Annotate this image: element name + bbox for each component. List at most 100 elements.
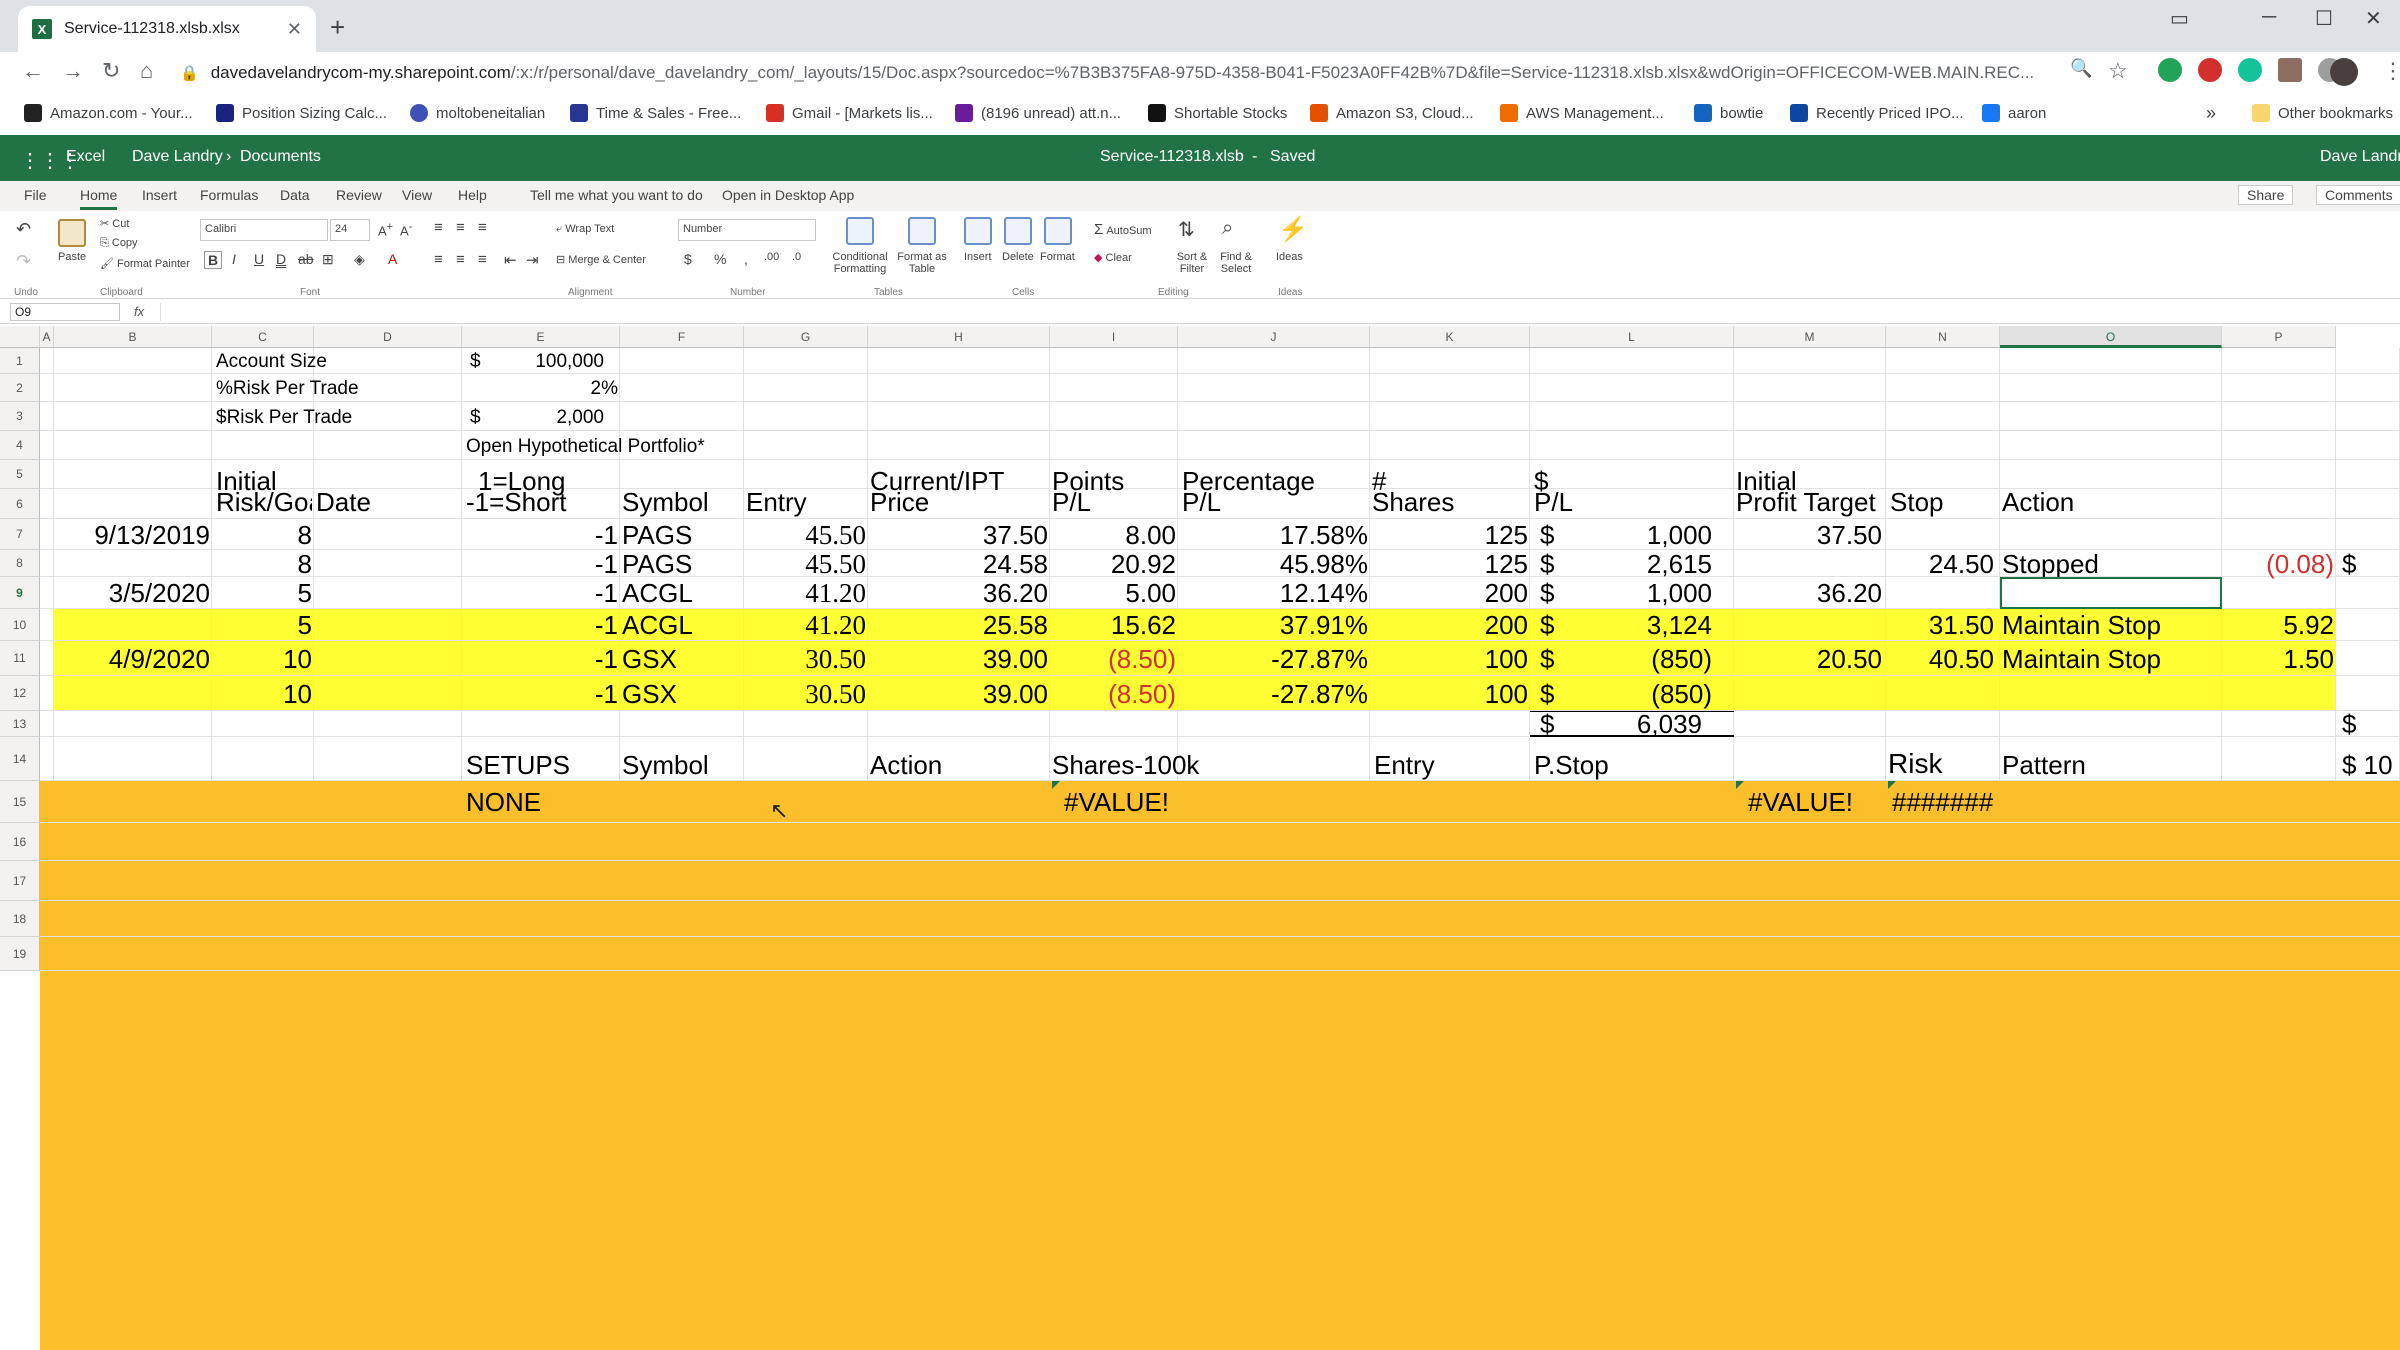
back-icon[interactable]: ← xyxy=(22,58,44,84)
align-center-icon[interactable]: ≡ xyxy=(456,251,465,268)
row-header-10[interactable]: 10 xyxy=(0,609,40,641)
bookmark-star-icon[interactable]: ☆ xyxy=(2108,58,2128,84)
open-desktop-app[interactable]: Open in Desktop App xyxy=(722,187,854,203)
align-middle-icon[interactable]: ≡ xyxy=(456,219,465,236)
cut-button[interactable]: ✂ Cut xyxy=(100,217,129,230)
breadcrumb-folder[interactable]: Documents xyxy=(240,148,321,166)
increase-decimal-icon[interactable]: .00 xyxy=(764,251,779,263)
bookmark-moltobene[interactable]: moltobeneitalian xyxy=(410,100,545,126)
bookmark-amazon[interactable]: Amazon.com - Your... xyxy=(24,100,193,126)
formula-input[interactable] xyxy=(160,303,2390,321)
bookmark-position-sizing[interactable]: Position Sizing Calc... xyxy=(216,100,387,126)
italic-button[interactable]: I xyxy=(232,251,236,267)
font-size-select[interactable]: 24 xyxy=(330,219,370,241)
decrease-decimal-icon[interactable]: .0 xyxy=(792,251,801,263)
underline-button[interactable]: U xyxy=(254,251,264,267)
bookmark-bowtie[interactable]: bowtie xyxy=(1694,100,1763,126)
borders-icon[interactable]: ⊞ xyxy=(322,251,334,268)
column-header-n[interactable]: N xyxy=(1886,326,2000,348)
bookmark-aws[interactable]: AWS Management... xyxy=(1500,100,1664,126)
user-name[interactable]: Dave Landry xyxy=(2320,148,2400,166)
paste-icon[interactable] xyxy=(58,219,86,247)
bold-button[interactable]: B xyxy=(204,251,223,269)
ideas-button[interactable]: Ideas xyxy=(1276,251,1303,263)
number-format-select[interactable]: Number xyxy=(678,219,816,241)
delete-cells-button[interactable]: Delete xyxy=(1002,251,1034,263)
row-header-15[interactable]: 15 xyxy=(0,781,40,823)
maximize-icon[interactable]: ☐ xyxy=(2315,6,2333,31)
fill-color-icon[interactable]: ◈ xyxy=(354,251,365,268)
app-name[interactable]: Excel xyxy=(66,148,105,166)
align-left-icon[interactable]: ≡ xyxy=(434,251,443,268)
paste-button[interactable]: Paste xyxy=(58,251,86,263)
tell-me-search[interactable]: Tell me what you want to do xyxy=(530,187,703,203)
breadcrumb-user[interactable]: Dave Landry xyxy=(132,148,223,166)
wrap-text-button[interactable]: ⤶ Wrap Text xyxy=(556,223,614,236)
spreadsheet-grid[interactable]: A B C D E F G H I J K L M N O P 1 2 3 4 5 6 7 8 9 10 11 12 13 14 15 16 1… xyxy=(0,326,2400,1350)
font-name-select[interactable]: Calibri xyxy=(200,219,328,241)
column-header-a[interactable]: A xyxy=(40,326,54,348)
row-header-9[interactable]: 9 xyxy=(0,577,40,609)
strikethrough-button[interactable]: ab xyxy=(298,251,314,267)
column-header-j[interactable]: J xyxy=(1178,326,1370,348)
select-all-corner[interactable] xyxy=(0,326,40,348)
row-header-17[interactable]: 17 xyxy=(0,861,40,901)
pdf-extension-icon[interactable] xyxy=(2278,58,2302,82)
reload-icon[interactable]: ↻ xyxy=(102,58,120,84)
copy-button[interactable]: ⎘ Copy xyxy=(100,237,138,250)
evernote-extension-icon[interactable] xyxy=(2158,58,2182,82)
currency-format-icon[interactable]: $ xyxy=(684,251,692,267)
bookmark-amazon-s3[interactable]: Amazon S3, Cloud... xyxy=(1310,100,1474,126)
column-header-l[interactable]: L xyxy=(1530,326,1734,348)
close-window-icon[interactable]: ✕ xyxy=(2365,6,2382,31)
bookmark-aaron[interactable]: aaron xyxy=(1982,100,2046,126)
align-top-icon[interactable]: ≡ xyxy=(434,219,443,236)
zoom-icon[interactable]: 🔍 xyxy=(2070,58,2092,79)
home-icon[interactable]: ⌂ xyxy=(140,58,153,84)
column-header-m[interactable]: M xyxy=(1734,326,1886,348)
address-bar[interactable]: 🔒 davedavelandrycom-my.sharepoint.com /:… xyxy=(180,58,2080,88)
font-color-icon[interactable]: A xyxy=(388,251,397,267)
align-right-icon[interactable]: ≡ xyxy=(478,251,487,268)
autosum-button[interactable]: Σ AutoSum xyxy=(1094,221,1152,238)
tab-help[interactable]: Help xyxy=(458,187,487,203)
row-header-18[interactable]: 18 xyxy=(0,901,40,937)
column-header-i[interactable]: I xyxy=(1050,326,1178,348)
row-header-5[interactable]: 5 xyxy=(0,460,40,489)
row-header-13[interactable]: 13 xyxy=(0,711,40,737)
name-box[interactable]: O9 xyxy=(10,303,120,321)
merge-center-button[interactable]: ⊟ Merge & Center xyxy=(556,253,646,266)
row-header-16[interactable]: 16 xyxy=(0,823,40,861)
vivaldi-extension-icon[interactable] xyxy=(2198,58,2222,82)
comma-format-icon[interactable]: , xyxy=(744,251,748,267)
tab-view[interactable]: View xyxy=(402,187,432,203)
column-header-c[interactable]: C xyxy=(212,326,314,348)
tab-insert[interactable]: Insert xyxy=(142,187,177,203)
minimize-icon[interactable]: ─ xyxy=(2262,6,2276,29)
row-header-7[interactable]: 7 xyxy=(0,519,40,550)
align-bottom-icon[interactable]: ≡ xyxy=(478,219,487,236)
tab-home[interactable]: Home xyxy=(80,187,118,210)
column-header-h[interactable]: H xyxy=(868,326,1050,348)
clear-button[interactable]: ◆ Clear xyxy=(1094,251,1132,264)
bookmark-shortable[interactable]: Shortable Stocks xyxy=(1148,100,1287,126)
decrease-font-icon[interactable]: A- xyxy=(400,221,412,238)
row-header-4[interactable]: 4 xyxy=(0,431,40,460)
column-header-g[interactable]: G xyxy=(744,326,868,348)
bookmark-gmail[interactable]: Gmail - [Markets lis... xyxy=(766,100,933,126)
comments-button[interactable]: Comments xyxy=(2316,185,2400,205)
sort-filter-button[interactable]: Sort & Filter xyxy=(1172,251,1212,275)
column-header-d[interactable]: D xyxy=(314,326,462,348)
row-header-2[interactable]: 2 xyxy=(0,374,40,402)
cast-icon[interactable]: ▭ xyxy=(2170,6,2189,31)
row-header-11[interactable]: 11 xyxy=(0,641,40,676)
find-select-button[interactable]: Find & Select xyxy=(1214,251,1258,275)
new-tab-icon[interactable]: + xyxy=(330,12,345,43)
row-header-14[interactable]: 14 xyxy=(0,737,40,781)
tab-data[interactable]: Data xyxy=(280,187,310,203)
row-header-3[interactable]: 3 xyxy=(0,402,40,431)
column-header-p[interactable]: P xyxy=(2222,326,2336,348)
row-header-19[interactable]: 19 xyxy=(0,937,40,971)
grammarly-extension-icon[interactable] xyxy=(2238,58,2262,82)
column-header-b[interactable]: B xyxy=(54,326,212,348)
